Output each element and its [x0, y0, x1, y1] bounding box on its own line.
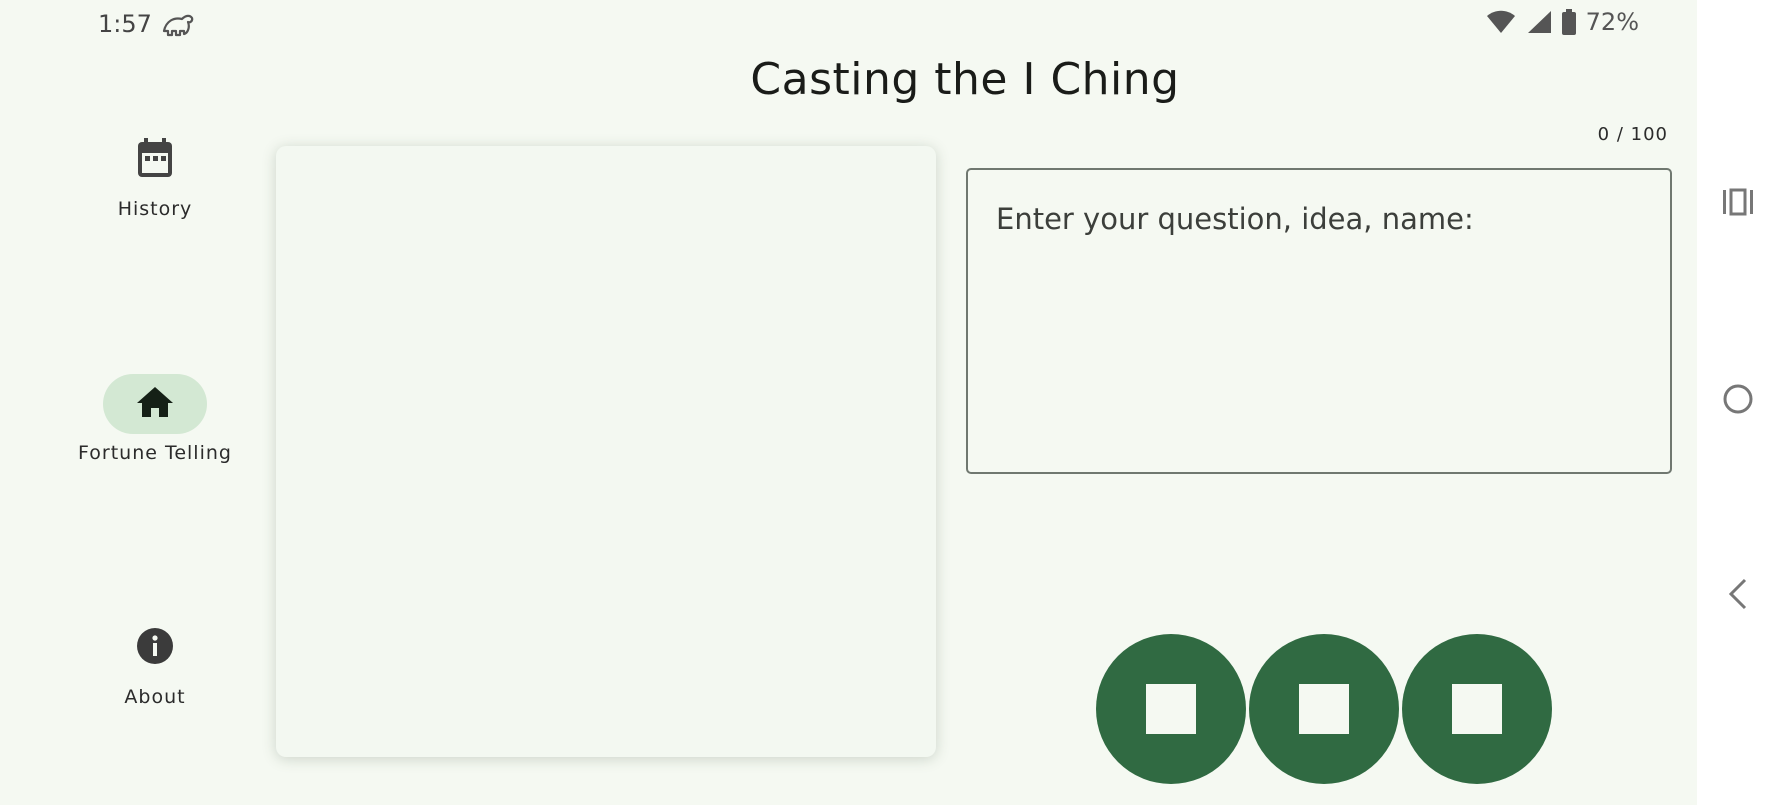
coin-button-2[interactable] [1249, 634, 1399, 784]
battery-icon [1561, 9, 1576, 35]
nav-label-about: About [124, 686, 186, 708]
nav-label-history: History [117, 198, 193, 220]
home-icon [136, 386, 174, 422]
info-icon [136, 627, 174, 669]
status-bar: 1:57 72% [0, 0, 1697, 48]
system-navigation-bar [1697, 0, 1778, 800]
recents-icon [1722, 188, 1754, 220]
coin-icon [1452, 684, 1502, 734]
coin-button-3[interactable] [1402, 634, 1552, 784]
status-icons: 72% [1486, 8, 1639, 36]
hexagram-card [276, 146, 936, 757]
status-time: 1:57 [98, 10, 152, 38]
dinosaur-icon [160, 9, 196, 39]
nav-pill [103, 618, 207, 678]
app-screen: 1:57 72% Casting the I Ching History For… [0, 0, 1697, 805]
coin-icon [1299, 684, 1349, 734]
home-circle-icon [1722, 383, 1754, 419]
character-counter: 0 / 100 [1597, 124, 1668, 145]
wifi-icon [1486, 10, 1516, 34]
back-button[interactable] [1697, 578, 1778, 614]
nav-item-about[interactable]: About [0, 618, 310, 708]
calendar-icon [137, 138, 173, 182]
nav-label-fortune-telling: Fortune Telling [78, 442, 232, 464]
nav-item-history[interactable]: History [0, 130, 310, 220]
page-title: Casting the I Ching [750, 54, 1180, 105]
back-icon [1725, 578, 1751, 614]
question-placeholder: Enter your question, idea, name: [996, 202, 1474, 236]
battery-percent: 72% [1585, 8, 1639, 36]
coin-button-1[interactable] [1096, 634, 1246, 784]
home-button[interactable] [1697, 383, 1778, 419]
recents-button[interactable] [1697, 188, 1778, 220]
question-input[interactable]: Enter your question, idea, name: [966, 168, 1672, 474]
navigation-rail: History Fortune Telling About [0, 110, 310, 750]
nav-pill-active [103, 374, 207, 434]
nav-item-fortune-telling[interactable]: Fortune Telling [0, 374, 310, 464]
cell-signal-icon [1526, 10, 1552, 34]
coin-icon [1146, 684, 1196, 734]
nav-pill [103, 130, 207, 190]
